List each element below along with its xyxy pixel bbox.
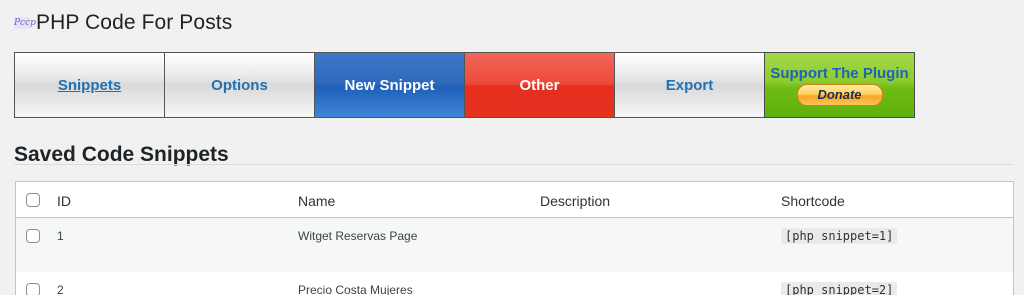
column-header-id[interactable]: ID — [57, 193, 71, 209]
snippet-name[interactable]: Precio Costa Mujeres — [298, 283, 413, 295]
page-header: Pccp PHP Code For Posts — [14, 9, 232, 37]
snippet-id: 2 — [57, 283, 64, 295]
plugin-nav-tabs: Snippets Options New Snippet Other Expor… — [14, 52, 915, 118]
tab-export-label: Export — [665, 76, 714, 94]
page-title: PHP Code For Posts — [36, 11, 233, 34]
table-row: 1 Witget Reservas Page [php snippet=1] — [16, 218, 1013, 272]
tab-snippets-label: Snippets — [57, 76, 122, 94]
support-plugin-panel: Support The Plugin Donate — [764, 52, 915, 118]
table-header-row: ID Name Description Shortcode — [16, 182, 1013, 218]
support-plugin-label: Support The Plugin — [770, 64, 909, 82]
column-header-description[interactable]: Description — [540, 193, 610, 209]
tab-other-label: Other — [519, 76, 560, 94]
plugin-logo-icon: Pccp — [14, 17, 36, 29]
tab-snippets[interactable]: Snippets — [14, 52, 165, 118]
snippet-shortcode: [php snippet=2] — [781, 282, 898, 295]
snippet-name[interactable]: Witget Reservas Page — [298, 229, 417, 243]
snippet-shortcode: [php snippet=1] — [781, 228, 898, 244]
donate-button[interactable]: Donate — [796, 83, 883, 106]
tab-options[interactable]: Options — [164, 52, 315, 118]
tab-options-label: Options — [211, 76, 268, 94]
select-all-checkbox[interactable] — [26, 193, 40, 207]
snippet-id: 1 — [57, 229, 64, 243]
tab-new-snippet[interactable]: New Snippet — [314, 52, 465, 118]
snippets-table: ID Name Description Shortcode 1 Witget R… — [15, 181, 1014, 295]
column-header-shortcode[interactable]: Shortcode — [781, 193, 845, 209]
tab-export[interactable]: Export — [614, 52, 765, 118]
row-checkbox[interactable] — [26, 283, 40, 295]
row-checkbox[interactable] — [26, 229, 40, 243]
section-divider — [14, 164, 1014, 165]
tab-other[interactable]: Other — [464, 52, 615, 118]
table-row: 2 Precio Costa Mujeres [php snippet=2] — [16, 272, 1013, 295]
column-header-name[interactable]: Name — [298, 193, 335, 209]
tab-new-snippet-label: New Snippet — [344, 76, 435, 94]
